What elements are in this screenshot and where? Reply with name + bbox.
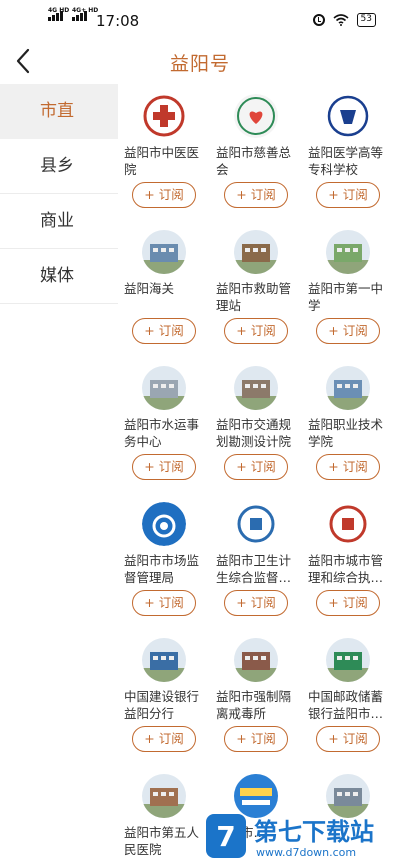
account-name[interactable]: 益阳市救助管理站	[216, 280, 302, 314]
account-card[interactable]: 益阳市中医医院 + 订阅	[118, 84, 210, 220]
account-name[interactable]: 益阳市卫生计生综合监督…	[216, 552, 302, 586]
alarm-icon	[312, 14, 325, 26]
account-avatar[interactable]	[326, 638, 370, 682]
account-avatar[interactable]	[142, 638, 186, 682]
watermark-text: 第七下载站	[254, 818, 374, 846]
sidebar-item-xianxiang[interactable]: 县乡	[0, 139, 118, 194]
account-avatar[interactable]	[234, 366, 278, 410]
battery-indicator: 53	[356, 13, 376, 27]
account-card[interactable]: 益阳市卫生计生综合监督… + 订阅	[210, 492, 302, 628]
subscribe-button[interactable]: + 订阅	[132, 454, 196, 480]
account-name[interactable]: 益阳市市场监督管理局	[124, 552, 210, 586]
network-label: 4G+ HD	[72, 7, 99, 14]
account-card[interactable]: 益阳市强制隔离戒毒所 + 订阅	[210, 628, 302, 764]
account-name[interactable]: 益阳市水运事务中心	[124, 416, 210, 450]
account-name[interactable]: 益阳海关	[124, 280, 210, 297]
account-name[interactable]: 益阳市中医医院	[124, 144, 210, 178]
account-avatar[interactable]	[234, 502, 278, 546]
account-avatar[interactable]	[326, 366, 370, 410]
subscribe-button[interactable]: + 订阅	[316, 182, 380, 208]
account-avatar[interactable]	[326, 94, 370, 138]
status-time: 17:08	[96, 12, 140, 30]
account-card[interactable]: 益阳海关 + 订阅	[118, 220, 210, 356]
account-card[interactable]: 中国邮政储蓄银行益阳市… + 订阅	[302, 628, 394, 764]
account-name[interactable]: 益阳市强制隔离戒毒所	[216, 688, 302, 722]
account-name[interactable]: 益阳市第一中学	[308, 280, 394, 314]
sidebar-item-shizhi[interactable]: 市直	[0, 84, 118, 139]
subscribe-button[interactable]: + 订阅	[316, 590, 380, 616]
account-avatar[interactable]	[234, 230, 278, 274]
account-grid: 益阳市中医医院 + 订阅 益阳市慈善总会 + 订阅 益阳医学高等专科学校 + 订阅 益阳海关…	[118, 84, 400, 866]
subscribe-button[interactable]: + 订阅	[132, 590, 196, 616]
signal-icon: 4G HD	[48, 7, 69, 21]
status-bar: 4G HD 4G+ HD 17:08 53	[0, 0, 400, 40]
account-card[interactable]: 益阳市慈善总会 + 订阅	[210, 84, 302, 220]
account-name[interactable]: 中国建设银行益阳分行	[124, 688, 210, 722]
subscribe-button[interactable]: + 订阅	[224, 726, 288, 752]
sidebar-item-shangye[interactable]: 商业	[0, 194, 118, 249]
account-card[interactable]: 益阳市市场监督管理局 + 订阅	[118, 492, 210, 628]
category-sidebar: 市直 县乡 商业 媒体	[0, 84, 118, 866]
account-card[interactable]: 益阳市城市管理和综合执… + 订阅	[302, 492, 394, 628]
account-card[interactable]: 益阳市水运事务中心 + 订阅	[118, 356, 210, 492]
wifi-icon	[333, 14, 349, 26]
account-card[interactable]: 益阳市救助管理站 + 订阅	[210, 220, 302, 356]
account-card[interactable]: 中国建设银行益阳分行 + 订阅	[118, 628, 210, 764]
subscribe-button[interactable]: + 订阅	[224, 318, 288, 344]
account-avatar[interactable]	[234, 638, 278, 682]
subscribe-button[interactable]: + 订阅	[224, 182, 288, 208]
subscribe-button[interactable]: + 订阅	[316, 454, 380, 480]
account-avatar[interactable]	[326, 230, 370, 274]
account-name[interactable]: 益阳市交通规划勘测设计院	[216, 416, 302, 450]
account-avatar[interactable]	[234, 94, 278, 138]
subscribe-button[interactable]: + 订阅	[132, 182, 196, 208]
account-name[interactable]: 益阳医学高等专科学校	[308, 144, 394, 178]
account-avatar[interactable]	[142, 94, 186, 138]
account-card[interactable]: 益阳医学高等专科学校 + 订阅	[302, 84, 394, 220]
sidebar-item-label: 县乡	[40, 156, 74, 176]
account-name[interactable]: 中国邮政储蓄银行益阳市…	[308, 688, 394, 722]
account-avatar[interactable]	[142, 366, 186, 410]
account-avatar[interactable]	[142, 502, 186, 546]
account-avatar[interactable]	[326, 502, 370, 546]
sidebar-item-meiti[interactable]: 媒体	[0, 249, 118, 304]
svg-text:7: 7	[216, 820, 235, 853]
watermark-logo: 7 第七下载站 www.d7down.com	[206, 814, 374, 859]
signal-icon: 4G+ HD	[72, 7, 98, 21]
account-name[interactable]: 益阳市城市管理和综合执…	[308, 552, 394, 586]
watermark-url: www.d7down.com	[256, 846, 356, 859]
account-card[interactable]: 益阳职业技术学院 + 订阅	[302, 356, 394, 492]
network-label: 4G HD	[48, 7, 70, 14]
sidebar-item-label: 媒体	[40, 266, 74, 286]
account-name[interactable]: 益阳市第五人民医院	[124, 824, 210, 858]
subscribe-button[interactable]: + 订阅	[224, 590, 288, 616]
subscribe-button[interactable]: + 订阅	[132, 318, 196, 344]
account-avatar[interactable]	[142, 230, 186, 274]
subscribe-button[interactable]: + 订阅	[316, 726, 380, 752]
account-name[interactable]: 益阳职业技术学院	[308, 416, 394, 450]
sidebar-item-label: 市直	[40, 101, 74, 121]
subscribe-button[interactable]: + 订阅	[316, 318, 380, 344]
account-card[interactable]: 益阳市第一中学 + 订阅	[302, 220, 394, 356]
account-name[interactable]: 益阳市慈善总会	[216, 144, 302, 178]
header: 益阳号	[0, 40, 400, 84]
sidebar-item-label: 商业	[40, 211, 74, 231]
subscribe-button[interactable]: + 订阅	[224, 454, 288, 480]
page-title: 益阳号	[169, 53, 230, 75]
account-card[interactable]: 益阳市交通规划勘测设计院 + 订阅	[210, 356, 302, 492]
subscribe-button[interactable]: + 订阅	[132, 726, 196, 752]
account-avatar[interactable]	[142, 774, 186, 818]
account-card[interactable]: 益阳市第五人民医院	[118, 764, 210, 866]
